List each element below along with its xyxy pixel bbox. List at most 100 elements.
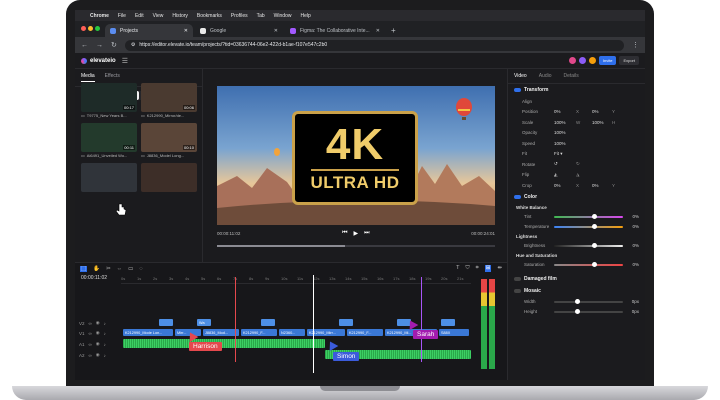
menu-tab[interactable]: Tab bbox=[257, 13, 265, 19]
mosaic-header[interactable]: Mosaic bbox=[508, 285, 645, 297]
play-icon[interactable]: ▶ bbox=[354, 230, 359, 237]
browser-tab-google[interactable]: Google ✕ bbox=[195, 24, 283, 37]
mute-icon[interactable]: ♪ bbox=[104, 331, 106, 336]
invite-button[interactable]: Invite bbox=[598, 56, 617, 65]
media-thumbnail[interactable] bbox=[141, 163, 197, 192]
skip-back-icon[interactable]: ⏮ bbox=[342, 230, 347, 237]
row-value[interactable]: 100% bbox=[554, 120, 576, 125]
tab-video[interactable]: Video bbox=[514, 73, 527, 79]
collaborator-avatar[interactable] bbox=[568, 57, 576, 64]
slider-knob[interactable] bbox=[591, 213, 597, 219]
row-value[interactable]: ↺ bbox=[554, 161, 576, 167]
tab-media[interactable]: Media bbox=[81, 73, 95, 82]
export-button[interactable]: Export bbox=[619, 56, 639, 65]
audio-clip[interactable] bbox=[123, 339, 325, 348]
slider-knob[interactable] bbox=[574, 308, 580, 314]
skip-forward-icon[interactable]: ⏭ bbox=[364, 230, 369, 237]
address-bar[interactable]: ⚙ https://editor.elevate.io/team/project… bbox=[124, 39, 645, 380]
slider-knob[interactable] bbox=[591, 223, 597, 229]
app-logo[interactable]: elevateio bbox=[81, 57, 116, 64]
tab-audio[interactable]: Audio bbox=[539, 73, 552, 79]
menu-bookmarks[interactable]: Bookmarks bbox=[197, 13, 222, 19]
color-section-header[interactable]: Color bbox=[508, 191, 645, 203]
slider-knob[interactable] bbox=[574, 298, 580, 304]
hamburger-menu-icon[interactable]: ☰ bbox=[122, 57, 128, 65]
row-value[interactable]: 0% bbox=[554, 183, 576, 188]
collaborator-avatar[interactable] bbox=[588, 57, 596, 64]
media-thumbnail[interactable]: 00:06 bbox=[141, 83, 197, 112]
v2-clip[interactable]: Wa bbox=[197, 319, 211, 326]
media-thumbnail[interactable]: 00:10 bbox=[141, 123, 197, 152]
media-item[interactable]: 00:06 ▭ K212990_Mirror/de... bbox=[141, 83, 197, 119]
row-value[interactable]: 0% bbox=[592, 183, 612, 188]
v1-clip[interactable]: N2360... bbox=[279, 329, 305, 336]
slider-track[interactable] bbox=[554, 223, 623, 229]
lightness-header[interactable]: Lightness bbox=[508, 232, 645, 241]
slider-track[interactable] bbox=[554, 298, 623, 304]
slider-knob[interactable] bbox=[591, 242, 597, 248]
tab-details[interactable]: Details bbox=[564, 73, 579, 79]
v1-clip[interactable]: J8836_Mod... bbox=[203, 329, 239, 336]
slider-track[interactable] bbox=[554, 261, 623, 267]
eye-icon[interactable]: ◉ bbox=[96, 320, 100, 326]
browser-menu-icon[interactable]: ⋮ bbox=[632, 41, 639, 49]
timeline-marker[interactable] bbox=[235, 277, 236, 362]
tab-effects[interactable]: Effects bbox=[105, 73, 120, 82]
browser-tab-figma[interactable]: Figma: The Collaborative Inte... ✕ bbox=[285, 24, 385, 37]
link-icon[interactable]: ∞ bbox=[89, 342, 92, 347]
new-tab-button[interactable]: + bbox=[387, 24, 400, 37]
menu-file[interactable]: File bbox=[118, 13, 126, 19]
window-minimize-icon[interactable] bbox=[88, 26, 93, 31]
white-balance-header[interactable]: White Balance bbox=[508, 203, 645, 212]
trim-tool-icon[interactable]: ⇔ bbox=[117, 266, 123, 272]
comment-tool-icon[interactable]: ◌ bbox=[139, 266, 142, 272]
row-value[interactable]: Fit ▾ bbox=[554, 151, 576, 157]
row-value[interactable]: 100% bbox=[554, 130, 576, 135]
row-value[interactable]: 0% bbox=[554, 109, 576, 114]
v2-clip[interactable] bbox=[261, 319, 275, 326]
menu-edit[interactable]: Edit bbox=[135, 13, 144, 19]
tab-close-icon[interactable]: ✕ bbox=[376, 28, 380, 34]
v2-clip[interactable] bbox=[441, 319, 455, 326]
slider-knob[interactable] bbox=[591, 261, 597, 267]
forward-icon[interactable]: → bbox=[96, 42, 103, 49]
browser-tab-projects[interactable]: Projects ✕ bbox=[105, 24, 193, 37]
hand-tool-icon[interactable]: ✋ bbox=[93, 266, 100, 272]
link-icon[interactable]: ∞ bbox=[89, 321, 92, 326]
menu-history[interactable]: History bbox=[172, 13, 188, 19]
timeline-playhead[interactable] bbox=[313, 275, 314, 373]
v1-clip[interactable]: K212990_F... bbox=[347, 329, 383, 336]
color-toggle[interactable] bbox=[514, 194, 521, 199]
media-thumbnail[interactable] bbox=[81, 163, 137, 192]
damaged-film-toggle[interactable] bbox=[514, 276, 521, 281]
ripple-tool-icon[interactable]: ▭ bbox=[128, 266, 133, 272]
row-value[interactable]: ◭ bbox=[554, 172, 576, 178]
v1-clip[interactable]: K212990_Mode Lon... bbox=[123, 329, 173, 336]
v2-clip[interactable] bbox=[339, 319, 353, 326]
media-item[interactable] bbox=[81, 163, 137, 199]
eye-icon[interactable]: ◉ bbox=[96, 352, 100, 358]
menu-profiles[interactable]: Profiles bbox=[231, 13, 248, 19]
media-item[interactable]: 00:11 ▭ Ai6491_Unveiled Wo... bbox=[81, 123, 137, 159]
link-icon[interactable]: ∞ bbox=[89, 331, 92, 336]
media-thumbnail[interactable]: 00:17 bbox=[81, 83, 137, 112]
v1-clip[interactable]: K212990_F... bbox=[241, 329, 277, 336]
slider-track[interactable] bbox=[554, 213, 623, 219]
select-tool-icon[interactable]: ⬚ bbox=[80, 265, 88, 272]
menu-view[interactable]: View bbox=[153, 13, 164, 19]
collaborator-avatar[interactable] bbox=[578, 57, 586, 64]
window-close-icon[interactable] bbox=[81, 26, 86, 31]
reload-icon[interactable]: ↻ bbox=[111, 41, 117, 49]
mute-icon[interactable]: ♪ bbox=[104, 321, 106, 326]
video-canvas[interactable]: 4K ULTRA HD bbox=[217, 86, 495, 225]
mosaic-toggle[interactable] bbox=[514, 288, 521, 293]
timeline-marker[interactable] bbox=[421, 277, 422, 362]
media-item[interactable]: 00:17 ▭ T9775_New Years B... bbox=[81, 83, 137, 119]
transform-section-header[interactable]: Transform bbox=[508, 84, 645, 96]
shield-tool-icon[interactable]: ⛉ bbox=[466, 265, 470, 272]
link-icon[interactable]: ∞ bbox=[89, 353, 92, 358]
media-thumbnail[interactable]: 00:11 bbox=[81, 123, 137, 152]
slider-track[interactable] bbox=[554, 242, 623, 248]
timeline-ruler[interactable]: 0s1s2s3s4s5s6s7s8s9s10s11s12s13s14s15s16… bbox=[121, 275, 471, 284]
menubar-app-name[interactable]: Chrome bbox=[90, 13, 109, 19]
